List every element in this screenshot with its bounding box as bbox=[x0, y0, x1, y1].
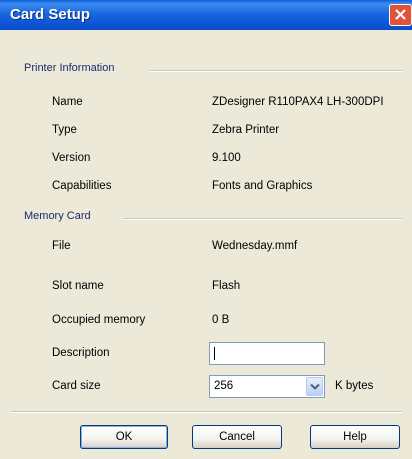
card-size-value: 256 bbox=[214, 380, 234, 392]
capabilities-label: Capabilities bbox=[52, 180, 112, 192]
card-size-label: Card size bbox=[52, 380, 101, 392]
button-separator bbox=[12, 411, 402, 413]
file-label: File bbox=[52, 240, 71, 252]
card-size-unit: K bytes bbox=[335, 380, 374, 392]
type-value: Zebra Printer bbox=[212, 124, 280, 136]
slot-name-label: Slot name bbox=[52, 280, 104, 292]
memory-card-divider bbox=[124, 218, 402, 220]
help-button[interactable]: Help bbox=[310, 425, 400, 449]
ok-button[interactable]: OK bbox=[80, 425, 168, 449]
slot-name-value: Flash bbox=[212, 280, 241, 292]
version-value: 9.100 bbox=[212, 152, 241, 164]
cancel-button[interactable]: Cancel bbox=[192, 425, 282, 449]
memory-card-group-label: Memory Card bbox=[24, 210, 95, 222]
printer-info-divider bbox=[150, 70, 402, 72]
description-input[interactable] bbox=[209, 342, 325, 365]
close-icon bbox=[395, 9, 406, 20]
description-label: Description bbox=[52, 347, 110, 359]
card-setup-dialog: Card Setup Printer Information Name ZDes… bbox=[0, 0, 412, 459]
close-button[interactable] bbox=[389, 4, 412, 26]
occupied-memory-value: 0 B bbox=[212, 314, 230, 326]
file-value: Wednesday.mmf bbox=[212, 240, 298, 252]
occupied-memory-label: Occupied memory bbox=[52, 314, 146, 326]
capabilities-value: Fonts and Graphics bbox=[212, 180, 313, 192]
title-bar: Card Setup bbox=[0, 0, 412, 30]
window-title: Card Setup bbox=[10, 6, 91, 23]
version-label: Version bbox=[52, 152, 91, 164]
card-size-select[interactable]: 256 bbox=[209, 375, 325, 398]
text-caret bbox=[214, 347, 215, 360]
name-label: Name bbox=[52, 96, 83, 108]
name-value: ZDesigner R110PAX4 LH-300DPI bbox=[212, 96, 384, 108]
type-label: Type bbox=[52, 124, 77, 136]
printer-info-group-label: Printer Information bbox=[24, 62, 119, 74]
chevron-down-icon bbox=[310, 383, 320, 390]
card-size-dropdown-button[interactable] bbox=[306, 377, 323, 396]
